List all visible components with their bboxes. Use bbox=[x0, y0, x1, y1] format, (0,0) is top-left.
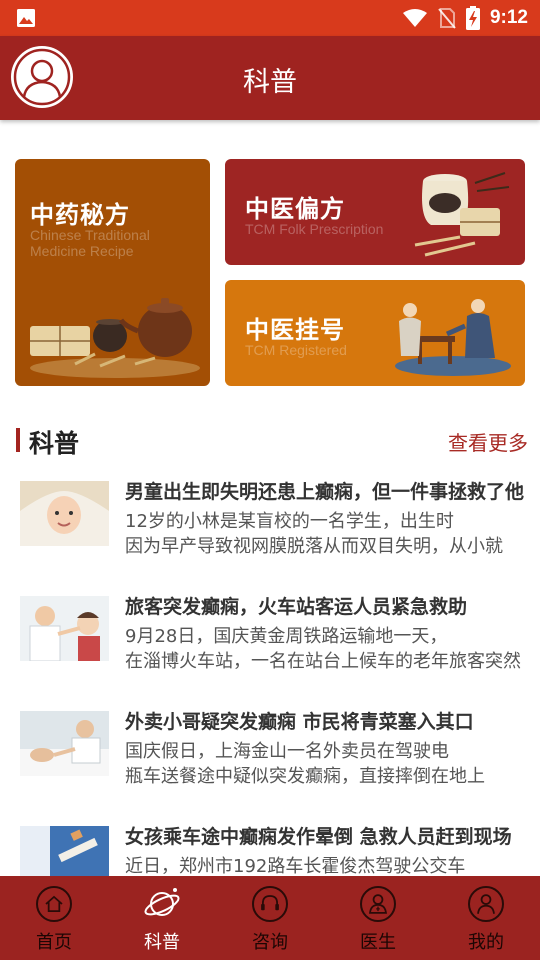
feature-card-subtitle: Chinese Traditional Medicine Recipe bbox=[30, 227, 150, 259]
news-item[interactable]: 男童出生即失明还患上癫痫，但一件事拯救了他 12岁的小林是某盲校的一名学生，出生… bbox=[0, 481, 540, 581]
news-headline: 女孩乘车途中癫痫发作晕倒 急救人员赶到现场 bbox=[125, 826, 512, 848]
news-summary-line: 在淄博火车站，一名在站台上候车的老年旅客突然 bbox=[125, 651, 521, 672]
feature-card-title: 中医偏方 bbox=[245, 195, 345, 223]
planet-icon bbox=[144, 888, 180, 916]
news-item[interactable]: 旅客突发癫痫，火车站客运人员紧急救助 9月28日，国庆黄金周铁路运输地一天， 在… bbox=[0, 596, 540, 696]
image-icon bbox=[17, 9, 35, 27]
news-thumbnail bbox=[20, 481, 109, 546]
nav-tab-profile[interactable]: 我的 bbox=[432, 876, 540, 960]
feature-card-subtitle: TCM Registered bbox=[245, 342, 347, 358]
news-summary-line: 12岁的小林是某盲校的一名学生，出生时 bbox=[125, 511, 454, 532]
feature-card-registration[interactable]: 中医挂号 TCM Registered bbox=[225, 280, 525, 386]
feature-card-folk-prescription[interactable]: 中医偏方 TCM Folk Prescription bbox=[225, 159, 525, 265]
news-thumbnail bbox=[20, 711, 109, 776]
herbal-medicine-illustration bbox=[30, 298, 200, 378]
nav-tab-label: 首页 bbox=[36, 932, 72, 953]
app-header: 科普 bbox=[0, 36, 540, 120]
news-item[interactable]: 外卖小哥疑突发癫痫 市民将青菜塞入其口 国庆假日，上海金山一名外卖员在驾驶电 瓶… bbox=[0, 711, 540, 811]
nav-tab-home[interactable]: 首页 bbox=[0, 876, 108, 960]
feature-card-title: 中医挂号 bbox=[245, 316, 345, 344]
news-headline: 男童出生即失明还患上癫痫，但一件事拯救了他 bbox=[125, 481, 525, 503]
news-summary-line: 瓶车送餐途中疑似突发癫痫，直接摔倒在地上 bbox=[125, 766, 485, 787]
home-icon bbox=[36, 886, 72, 922]
view-more-link[interactable]: 查看更多 bbox=[448, 427, 528, 456]
feature-card-title: 中药秘方 bbox=[30, 201, 130, 229]
nav-tab-consult[interactable]: 咨询 bbox=[216, 876, 324, 960]
nav-tab-label: 咨询 bbox=[252, 932, 288, 953]
news-summary: 国庆假日，上海金山一名外卖员在驾驶电 瓶车送餐途中疑似突发癫痫，直接摔倒在地上 bbox=[125, 739, 521, 789]
feature-card-herbal-recipe[interactable]: 中药秘方 Chinese Traditional Medicine Recipe bbox=[15, 159, 210, 386]
page-title: 科普 bbox=[243, 67, 297, 98]
news-summary-line: 9月28日，国庆黄金周铁路运输地一天， bbox=[125, 626, 448, 647]
news-headline: 旅客突发癫痫，火车站客运人员紧急救助 bbox=[125, 596, 468, 618]
feature-card-subtitle: TCM Folk Prescription bbox=[245, 221, 384, 237]
nav-tab-label: 医生 bbox=[360, 932, 396, 953]
headset-icon bbox=[252, 886, 288, 922]
nav-tab-label: 我的 bbox=[468, 932, 504, 953]
doctor-consultation-illustration bbox=[395, 299, 511, 376]
bottom-navigation: 首页 科普 咨询 医生 我的 bbox=[0, 876, 540, 960]
news-thumbnail bbox=[20, 596, 109, 661]
profile-icon bbox=[468, 886, 504, 922]
wifi-icon bbox=[402, 9, 427, 27]
herbal-jar-illustration bbox=[414, 172, 510, 257]
no-sim-icon bbox=[438, 8, 456, 29]
status-time: 9:12 bbox=[489, 7, 528, 28]
news-summary: 9月28日，国庆黄金周铁路运输地一天， 在淄博火车站，一名在站台上候车的老年旅客… bbox=[125, 624, 521, 674]
news-headline: 外卖小哥疑突发癫痫 市民将青菜塞入其口 bbox=[125, 711, 474, 733]
doctor-icon bbox=[360, 886, 396, 922]
nav-tab-doctor[interactable]: 医生 bbox=[324, 876, 432, 960]
news-summary-line: 国庆假日，上海金山一名外卖员在驾驶电 bbox=[125, 741, 449, 762]
battery-charging-icon bbox=[465, 6, 480, 30]
section-accent-bar bbox=[16, 428, 20, 452]
status-bar: 9:12 bbox=[0, 0, 540, 36]
nav-tab-label: 科普 bbox=[144, 932, 180, 953]
section-title: 科普 bbox=[29, 429, 80, 458]
news-summary-line: 因为早产导致视网膜脱落从而双目失明，从小就 bbox=[125, 536, 503, 557]
news-summary: 12岁的小林是某盲校的一名学生，出生时 因为早产导致视网膜脱落从而双目失明，从小… bbox=[125, 509, 521, 559]
nav-tab-science[interactable]: 科普 bbox=[108, 876, 216, 960]
